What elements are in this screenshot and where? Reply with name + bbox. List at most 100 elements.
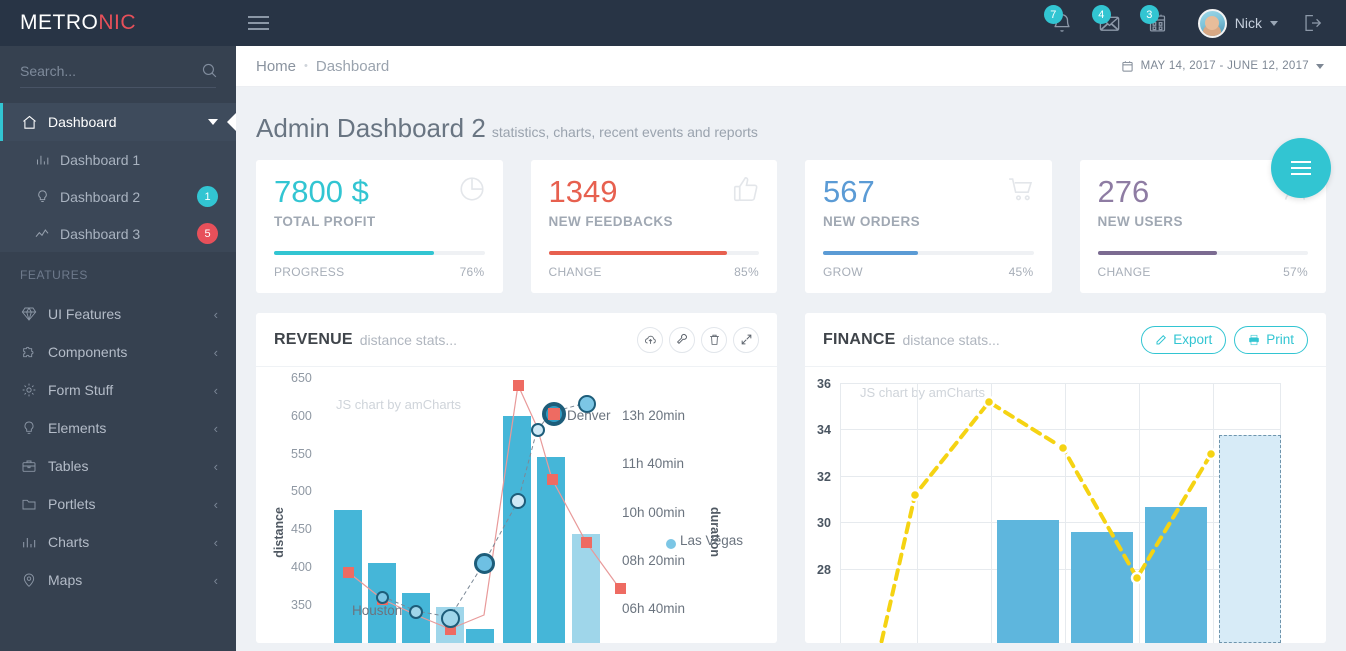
sidebar-item-components-link[interactable]: Components ‹ (0, 333, 236, 371)
date-range-picker[interactable]: May 14, 2017 - June 12, 2017 (1121, 60, 1324, 73)
sidebar-item-dashboard[interactable]: Dashboard (0, 103, 236, 141)
print-button[interactable]: Print (1234, 325, 1308, 354)
sidebar-item-dashboard-3-label: Dashboard 3 (60, 225, 141, 242)
logout-button[interactable] (1292, 0, 1332, 46)
home-icon (20, 114, 38, 131)
sidebar-item-maps[interactable]: Maps ‹ (0, 561, 236, 599)
annotation-denver: Denver (567, 408, 611, 423)
y2-tick-06h: 06h 40min (622, 601, 686, 616)
config-button[interactable] (669, 326, 695, 353)
remove-button[interactable] (701, 326, 727, 353)
sidebar-item-maps-link[interactable]: Maps ‹ (0, 561, 236, 599)
sidebar-item-portlets-link[interactable]: Portlets ‹ (0, 485, 236, 523)
stat-card-total-profit[interactable]: 7800 $ Total Profit Progress 76% (256, 160, 503, 293)
hamburger-bar (247, 28, 269, 30)
y-tick-34: 34 (817, 423, 831, 437)
stat-card-new-feedbacks[interactable]: 1349 New Feedbacks Change 85% (530, 160, 777, 293)
finance-portlet-title: Finance (823, 330, 896, 348)
sidebar-search (0, 46, 236, 98)
sidebar-heading-features: Features (20, 268, 88, 282)
stops-point-3 (441, 609, 460, 628)
sidebar-item-tables-label: Tables (48, 458, 89, 474)
sidebar-item-dashboard-1-label: Dashboard 1 (60, 151, 141, 168)
sidebar-item-dashboard-1[interactable]: Dashboard 1 (0, 141, 236, 178)
chevron-left-icon: ‹ (213, 420, 218, 436)
sidebar-item-elements[interactable]: Elements ‹ (0, 409, 236, 447)
quick-sidebar-toggle-button[interactable] (1271, 138, 1331, 198)
user-menu[interactable]: Nick (1184, 0, 1288, 46)
top-header: METRONIC 7 4 3 Nick (0, 0, 1346, 46)
fab-bar (1291, 173, 1311, 175)
sidebar-item-tables[interactable]: Tables ‹ (0, 447, 236, 485)
export-button-label: Export (1173, 332, 1213, 347)
sidebar-item-ui-features-link[interactable]: UI Features ‹ (0, 295, 236, 333)
y-tick-450: 450 (291, 522, 312, 536)
revenue-portlet-title: Revenue (274, 330, 353, 348)
stops-point-4 (474, 553, 495, 574)
gridline-30 (840, 522, 1280, 523)
trash-icon (709, 334, 719, 345)
diamond-icon (20, 306, 38, 322)
finance-bar-1 (997, 520, 1059, 643)
sidebar-item-elements-link[interactable]: Elements ‹ (0, 409, 236, 447)
cloud-upload-icon (644, 335, 656, 344)
sidebar-item-components[interactable]: Components ‹ (0, 333, 236, 371)
fab-bar (1291, 161, 1311, 163)
sidebar-item-components-label: Components (48, 344, 128, 360)
duration-point-6 (581, 537, 592, 548)
notifications-button[interactable]: 7 (1040, 0, 1084, 46)
fullscreen-button[interactable] (733, 326, 759, 353)
sidebar-toggle-button[interactable] (236, 0, 280, 46)
bar-7 (572, 534, 600, 643)
finance-chart[interactable]: JS chart by amCharts 36 34 32 30 28 (805, 367, 1326, 643)
sidebar-item-portlets[interactable]: Portlets ‹ (0, 485, 236, 523)
reload-button[interactable] (637, 326, 663, 353)
stat-card-label: New Users (1097, 213, 1183, 229)
brand-text-accent: NIC (98, 11, 136, 34)
breadcrumb-home[interactable]: Home (256, 58, 296, 75)
sidebar-item-form-stuff-label: Form Stuff (48, 382, 114, 398)
trend-point-2 (982, 395, 996, 409)
y2-tick-08h: 08h 20min (622, 553, 686, 568)
cart-icon (1006, 174, 1036, 209)
gridline-v-5 (1213, 383, 1214, 643)
sidebar-item-ui-features[interactable]: UI Features ‹ (0, 295, 236, 333)
sidebar-item-charts[interactable]: Charts ‹ (0, 523, 236, 561)
inbox-button[interactable]: 4 (1088, 0, 1132, 46)
trend-point-3 (1056, 441, 1070, 455)
export-button[interactable]: Export (1141, 325, 1227, 354)
search-button[interactable] (201, 62, 218, 79)
progress-percent: 57% (1283, 265, 1308, 279)
y-tick-650: 650 (291, 371, 312, 385)
printer-icon (1249, 334, 1260, 345)
page-header: Admin Dashboard 2 statistics, charts, rec… (236, 87, 1346, 144)
sidebar-item-form-stuff[interactable]: Form Stuff ‹ (0, 371, 236, 409)
progress-percent: 85% (734, 265, 759, 279)
brand-logo[interactable]: METRONIC (0, 0, 236, 46)
sidebar-item-charts-link[interactable]: Charts ‹ (0, 523, 236, 561)
breadcrumb-separator: • (304, 60, 308, 72)
finance-portlet-subtitle: distance stats... (902, 331, 1000, 348)
breadcrumb: Home • Dashboard May 14, 2017 - June 12,… (236, 46, 1346, 87)
pie-chart-icon (457, 174, 487, 209)
stat-card-label: New Feedbacks (548, 213, 673, 229)
tasks-button[interactable]: 3 (1136, 0, 1180, 46)
sidebar-item-dashboard-2[interactable]: Dashboard 2 1 (0, 178, 236, 215)
sidebar-item-tables-link[interactable]: Tables ‹ (0, 447, 236, 485)
sidebar: Dashboard Dashboard 1 Dashboard 2 1 (0, 46, 236, 651)
stat-card-new-orders[interactable]: 567 New Orders Grow 45% (805, 160, 1052, 293)
progress-meta: Change 85% (549, 265, 760, 279)
sidebar-item-form-stuff-link[interactable]: Form Stuff ‹ (0, 371, 236, 409)
sidebar-item-dashboard-link[interactable]: Dashboard (0, 103, 236, 141)
stat-cards: 7800 $ Total Profit Progress 76% 1349 (236, 144, 1346, 293)
revenue-portlet-subtitle: distance stats... (359, 331, 458, 348)
chevron-left-icon: ‹ (213, 382, 218, 398)
progress-label: Change (1097, 265, 1151, 279)
revenue-chart[interactable]: JS chart by amCharts 650 600 550 500 450… (256, 367, 777, 643)
y-tick-600: 600 (291, 409, 312, 423)
y-tick-400: 400 (291, 560, 312, 574)
search-input[interactable] (20, 62, 201, 79)
stat-card-number: 567 (823, 174, 875, 209)
sidebar-item-dashboard-3[interactable]: Dashboard 3 5 (0, 215, 236, 252)
revenue-portlet-header: Revenue distance stats... (256, 313, 777, 367)
